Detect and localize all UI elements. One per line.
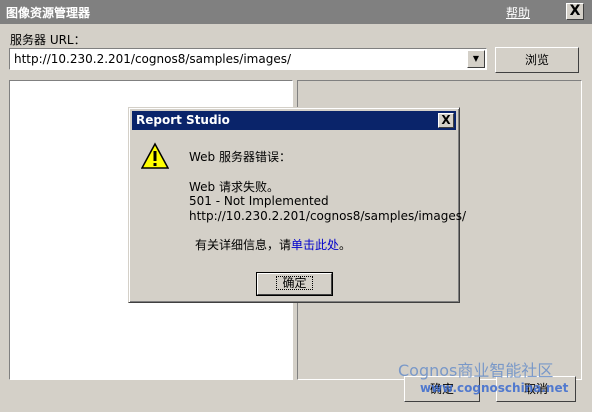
dialog-title: Report Studio bbox=[136, 113, 230, 127]
dialog-more-info: 有关详细信息，请单击此处。 bbox=[195, 236, 351, 253]
browse-button[interactable]: 浏览 bbox=[495, 47, 579, 73]
window-title: 图像资源管理器 bbox=[6, 6, 91, 20]
click-here-link[interactable]: 单击此处 bbox=[291, 238, 339, 252]
dialog-message-line2: 501 - Not Implemented bbox=[189, 194, 329, 208]
watermark-title: Cognos商业智能社区 bbox=[398, 361, 554, 380]
server-url-value[interactable]: http://10.230.2.201/cognos8/samples/imag… bbox=[14, 52, 291, 66]
dialog-heading: Web 服务器错误： bbox=[189, 150, 291, 164]
dialog-ok-label: 确定 bbox=[276, 276, 313, 290]
window-close-button[interactable]: X bbox=[566, 3, 584, 20]
dialog-close-button[interactable]: X bbox=[438, 113, 454, 128]
error-dialog: Report Studio X Web 服务器错误： Web 请求失败。 501… bbox=[128, 107, 466, 303]
window-titlebar: 图像资源管理器 帮助 X bbox=[0, 0, 592, 24]
server-url-label: 服务器 URL： bbox=[10, 33, 86, 47]
warning-icon bbox=[141, 142, 169, 169]
chevron-down-icon[interactable]: ▼ bbox=[467, 50, 485, 68]
more-info-suffix: 。 bbox=[339, 238, 352, 252]
more-info-prefix: 有关详细信息，请 bbox=[195, 238, 292, 252]
help-link[interactable]: 帮助 bbox=[506, 4, 530, 21]
dialog-message-line3: http://10.230.2.201/cognos8/samples/imag… bbox=[189, 209, 466, 223]
server-url-combobox[interactable]: http://10.230.2.201/cognos8/samples/imag… bbox=[9, 48, 487, 70]
dialog-message-line1: Web 请求失败。 bbox=[189, 180, 279, 194]
dialog-titlebar: Report Studio X bbox=[132, 111, 456, 130]
dialog-ok-button[interactable]: 确定 bbox=[256, 272, 333, 296]
watermark-url: www.cognoschina.net bbox=[420, 381, 569, 395]
